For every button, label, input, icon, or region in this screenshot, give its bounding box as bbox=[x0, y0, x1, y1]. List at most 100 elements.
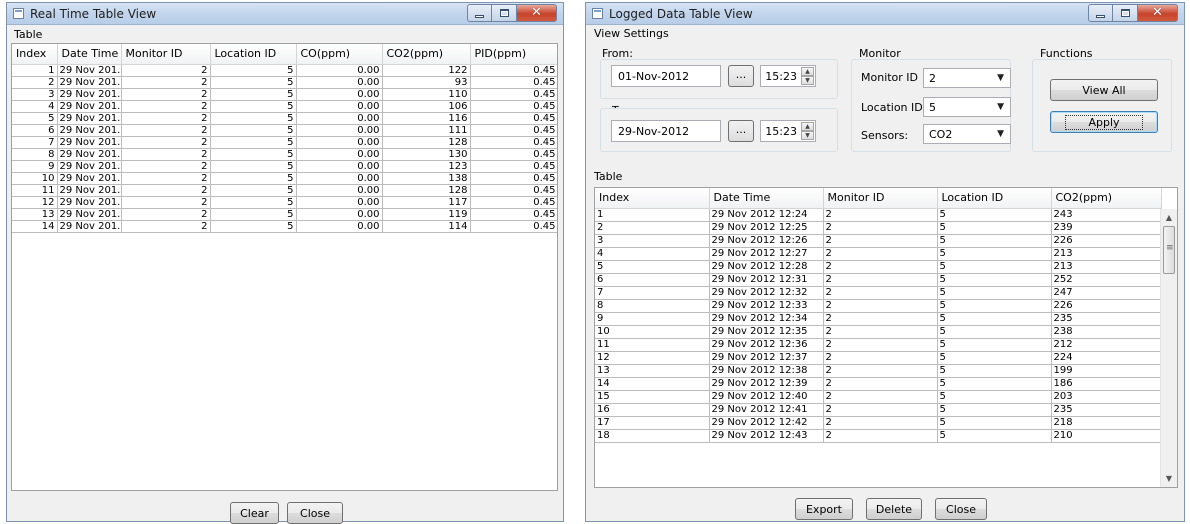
table-cell: 29 Nov 201... bbox=[57, 220, 122, 233]
table-cell: 5 bbox=[210, 220, 297, 233]
column-header[interactable]: PID(ppm) bbox=[470, 44, 557, 65]
table-row[interactable]: 11 29 Nov 201... 2 5 0.00 128 0.45 bbox=[12, 184, 557, 197]
column-header[interactable]: Location ID bbox=[937, 188, 1052, 209]
table-row[interactable]: 14 29 Nov 2012 12:39 2 5 186 bbox=[595, 377, 1162, 391]
table-row[interactable]: 12 29 Nov 201... 2 5 0.00 117 0.45 bbox=[12, 196, 557, 209]
maximize-icon[interactable] bbox=[492, 4, 517, 22]
table-row[interactable]: 11 29 Nov 2012 12:36 2 5 212 bbox=[595, 338, 1162, 352]
table-row[interactable]: 4 29 Nov 2012 12:27 2 5 213 bbox=[595, 247, 1162, 261]
delete-button[interactable]: Delete bbox=[866, 498, 922, 520]
table-cell: 13 bbox=[12, 208, 58, 221]
monitor-id-select[interactable]: 2 ▼ bbox=[923, 68, 1011, 88]
table-row[interactable]: 14 29 Nov 201... 2 5 0.00 114 0.45 bbox=[12, 220, 557, 233]
maximize-icon[interactable] bbox=[1113, 4, 1138, 22]
table-row[interactable]: 7 29 Nov 2012 12:32 2 5 247 bbox=[595, 286, 1162, 300]
spin-down-icon[interactable]: ▼ bbox=[801, 131, 814, 140]
apply-button[interactable]: Apply bbox=[1050, 111, 1158, 133]
location-id-select[interactable]: 5 ▼ bbox=[923, 97, 1011, 117]
from-time-spinner[interactable]: ▲ ▼ bbox=[801, 67, 814, 85]
table-row[interactable]: 18 29 Nov 2012 12:43 2 5 210 bbox=[595, 429, 1162, 443]
export-button[interactable]: Export bbox=[795, 498, 853, 520]
table-row[interactable]: 7 29 Nov 201... 2 5 0.00 128 0.45 bbox=[12, 136, 557, 149]
scroll-up-icon[interactable]: ▲ bbox=[1161, 209, 1177, 226]
from-date-picker-button[interactable]: ... bbox=[728, 65, 754, 87]
column-header[interactable]: CO2(ppm) bbox=[382, 44, 471, 65]
table-row[interactable]: 6 29 Nov 201... 2 5 0.00 111 0.45 bbox=[12, 124, 557, 137]
table-row[interactable]: 1 29 Nov 2012 12:24 2 5 243 bbox=[595, 208, 1162, 222]
table-cell: 29 Nov 2012 12:28 bbox=[709, 260, 824, 274]
logged-titlebar[interactable]: Logged Data Table View ✕ bbox=[586, 3, 1184, 25]
realtime-titlebar[interactable]: Real Time Table View ✕ bbox=[7, 3, 563, 25]
close-icon[interactable]: ✕ bbox=[517, 4, 557, 22]
table-row[interactable]: 2 29 Nov 201... 2 5 0.00 93 0.45 bbox=[12, 76, 557, 89]
table-row[interactable]: 1 29 Nov 201... 2 5 0.00 122 0.45 bbox=[12, 64, 557, 77]
to-time-field[interactable]: 15:23 ▲ ▼ bbox=[760, 120, 816, 142]
table-cell: 5 bbox=[210, 136, 297, 149]
table-cell: 2 bbox=[823, 390, 938, 404]
column-header[interactable]: CO2(ppm) bbox=[1051, 188, 1162, 209]
to-date-picker-button[interactable]: ... bbox=[728, 120, 754, 142]
column-header[interactable]: Index bbox=[595, 188, 710, 209]
table-row[interactable]: 6 29 Nov 2012 12:31 2 5 252 bbox=[595, 273, 1162, 287]
spin-up-icon[interactable]: ▲ bbox=[801, 67, 814, 76]
table-row[interactable]: 10 29 Nov 201... 2 5 0.00 138 0.45 bbox=[12, 172, 557, 185]
minimize-icon[interactable] bbox=[1088, 4, 1113, 22]
table-row[interactable]: 8 29 Nov 2012 12:33 2 5 226 bbox=[595, 299, 1162, 313]
column-header[interactable]: Date Time bbox=[709, 188, 824, 209]
from-time-field[interactable]: 15:23 ▲ ▼ bbox=[760, 65, 816, 87]
table-row[interactable]: 13 29 Nov 201... 2 5 0.00 119 0.45 bbox=[12, 208, 557, 221]
table-cell: 2 bbox=[121, 160, 211, 173]
table-row[interactable]: 9 29 Nov 201... 2 5 0.00 123 0.45 bbox=[12, 160, 557, 173]
column-header[interactable]: CO(ppm) bbox=[296, 44, 383, 65]
column-header[interactable]: Location ID bbox=[210, 44, 297, 65]
table-cell: 2 bbox=[121, 88, 211, 101]
realtime-data-grid[interactable]: Index Date Time Monitor ID Location ID CO(pp… bbox=[12, 44, 557, 233]
column-header[interactable]: Index bbox=[12, 44, 58, 65]
table-row[interactable]: 3 29 Nov 2012 12:26 2 5 226 bbox=[595, 234, 1162, 248]
table-row[interactable]: 15 29 Nov 2012 12:40 2 5 203 bbox=[595, 390, 1162, 404]
table-cell: 119 bbox=[382, 208, 471, 221]
logged-close-button[interactable]: Close bbox=[935, 498, 987, 520]
column-header[interactable]: Monitor ID bbox=[121, 44, 211, 65]
column-header[interactable]: Date Time bbox=[57, 44, 122, 65]
from-date-field[interactable]: 01-Nov-2012 bbox=[611, 65, 721, 87]
table-row[interactable]: 17 29 Nov 2012 12:42 2 5 218 bbox=[595, 416, 1162, 430]
table-row[interactable]: 3 29 Nov 201... 2 5 0.00 110 0.45 bbox=[12, 88, 557, 101]
realtime-close-button[interactable]: Close bbox=[287, 502, 343, 524]
sensors-select[interactable]: CO2 ▼ bbox=[923, 124, 1011, 144]
table-cell: 2 bbox=[121, 148, 211, 161]
clear-button[interactable]: Clear bbox=[230, 502, 279, 524]
table-cell: 29 Nov 2012 12:38 bbox=[709, 364, 824, 378]
table-cell: 29 Nov 201... bbox=[57, 124, 122, 137]
table-cell: 29 Nov 201... bbox=[57, 196, 122, 209]
table-row[interactable]: 2 29 Nov 2012 12:25 2 5 239 bbox=[595, 221, 1162, 235]
spin-down-icon[interactable]: ▼ bbox=[801, 76, 814, 85]
logged-table[interactable]: Index Date Time Monitor ID Location ID CO2(p… bbox=[594, 187, 1178, 488]
table-cell: 2 bbox=[12, 76, 58, 89]
table-row[interactable]: 10 29 Nov 2012 12:35 2 5 238 bbox=[595, 325, 1162, 339]
scroll-thumb[interactable] bbox=[1163, 226, 1175, 274]
minimize-icon[interactable] bbox=[467, 4, 492, 22]
table-cell: 5 bbox=[937, 338, 1052, 352]
table-cell: 138 bbox=[382, 172, 471, 185]
table-row[interactable]: 9 29 Nov 2012 12:34 2 5 235 bbox=[595, 312, 1162, 326]
column-header[interactable]: Monitor ID bbox=[823, 188, 938, 209]
table-row[interactable]: 4 29 Nov 201... 2 5 0.00 106 0.45 bbox=[12, 100, 557, 113]
to-time-spinner[interactable]: ▲ ▼ bbox=[801, 122, 814, 140]
table-cell: 0.00 bbox=[296, 160, 383, 173]
table-row[interactable]: 8 29 Nov 201... 2 5 0.00 130 0.45 bbox=[12, 148, 557, 161]
table-cell: 14 bbox=[595, 377, 710, 391]
to-date-field[interactable]: 29-Nov-2012 bbox=[611, 120, 721, 142]
scroll-down-icon[interactable]: ▼ bbox=[1161, 470, 1177, 487]
close-icon[interactable]: ✕ bbox=[1138, 4, 1178, 22]
logged-data-grid[interactable]: Index Date Time Monitor ID Location ID CO2(p… bbox=[595, 188, 1162, 443]
table-row[interactable]: 12 29 Nov 2012 12:37 2 5 224 bbox=[595, 351, 1162, 365]
spin-up-icon[interactable]: ▲ bbox=[801, 122, 814, 131]
table-row[interactable]: 13 29 Nov 2012 12:38 2 5 199 bbox=[595, 364, 1162, 378]
table-row[interactable]: 5 29 Nov 201... 2 5 0.00 116 0.45 bbox=[12, 112, 557, 125]
logged-table-scrollbar[interactable]: ▲ ▼ bbox=[1160, 209, 1177, 487]
table-row[interactable]: 5 29 Nov 2012 12:28 2 5 213 bbox=[595, 260, 1162, 274]
view-all-button[interactable]: View All bbox=[1050, 79, 1158, 101]
table-row[interactable]: 16 29 Nov 2012 12:41 2 5 235 bbox=[595, 403, 1162, 417]
realtime-table[interactable]: Index Date Time Monitor ID Location ID CO(pp… bbox=[11, 43, 558, 491]
